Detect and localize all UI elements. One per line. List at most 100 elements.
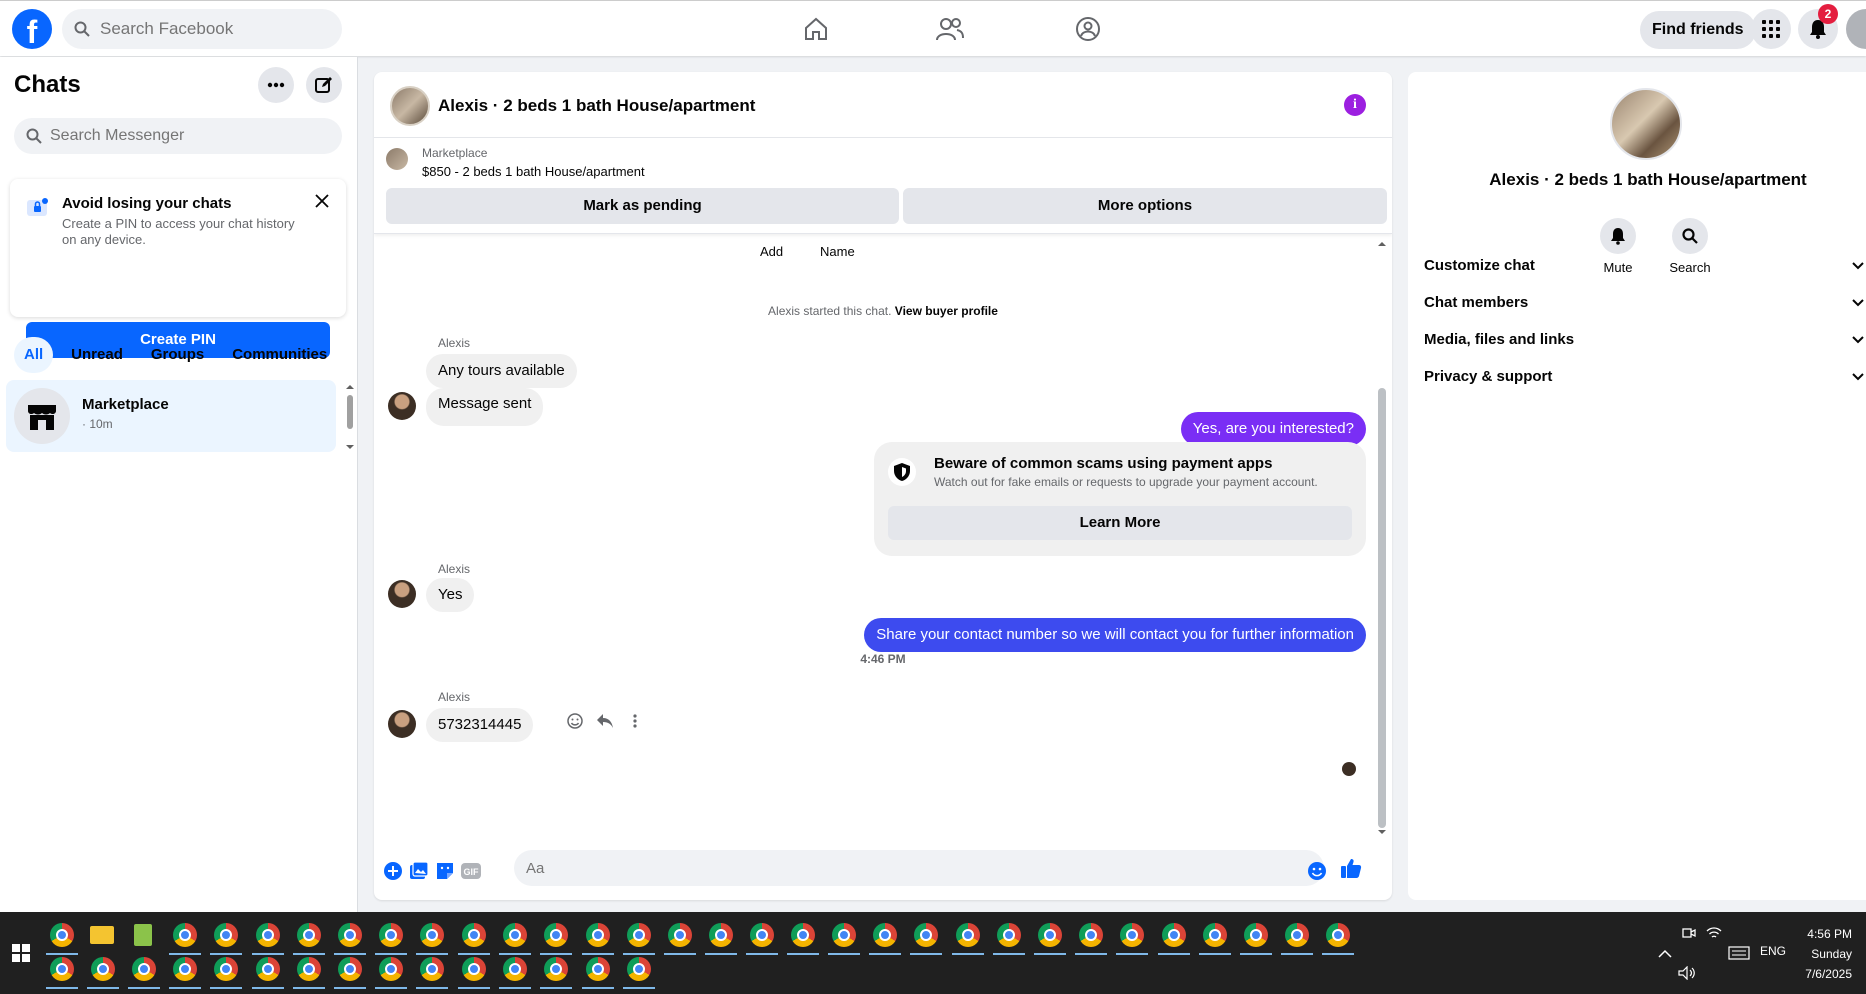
reply-icon[interactable]	[594, 710, 616, 732]
browser-app-icon[interactable]	[50, 923, 74, 947]
browser-app-icon[interactable]	[297, 957, 321, 981]
facebook-search[interactable]	[62, 9, 342, 49]
conversation-avatar[interactable]	[390, 86, 430, 126]
browser-app-icon[interactable]	[791, 923, 815, 947]
search-icon[interactable]	[1672, 218, 1708, 254]
thumbs-up-icon[interactable]	[1340, 857, 1362, 879]
browser-app-icon[interactable]	[668, 923, 692, 947]
section-privacy-support[interactable]: Privacy & support	[1424, 368, 1864, 385]
browser-app-icon[interactable]	[997, 923, 1021, 947]
sender-avatar[interactable]	[388, 392, 416, 420]
emoji-icon[interactable]	[1306, 860, 1328, 882]
gif-icon[interactable]: GIF	[460, 860, 482, 882]
browser-app-icon[interactable]	[1038, 923, 1062, 947]
friends-icon[interactable]	[934, 13, 966, 45]
find-friends-button[interactable]: Find friends	[1640, 11, 1756, 49]
browser-app-icon[interactable]	[91, 957, 115, 981]
messenger-search-input[interactable]	[50, 127, 310, 145]
chevron-up-icon[interactable]	[1658, 946, 1672, 964]
browser-app-icon[interactable]	[503, 957, 527, 981]
windows-start-icon[interactable]	[12, 944, 30, 962]
conversation-scrollbar[interactable]	[1376, 238, 1388, 838]
wifi-icon[interactable]	[1706, 926, 1722, 945]
add-action-label[interactable]: Add	[760, 244, 783, 259]
filter-communities[interactable]: Communities	[222, 337, 337, 373]
sidebar-scrollbar[interactable]	[344, 383, 356, 451]
browser-app-icon[interactable]	[173, 957, 197, 981]
browser-app-icon[interactable]	[462, 957, 486, 981]
outgoing-message[interactable]: Share your contact number so we will con…	[864, 618, 1366, 652]
language-indicator[interactable]: ENG	[1760, 944, 1786, 958]
browser-app-icon[interactable]	[379, 923, 403, 947]
new-message-icon[interactable]	[306, 67, 342, 103]
browser-app-icon[interactable]	[709, 923, 733, 947]
more-vertical-icon[interactable]	[624, 710, 646, 732]
message-input-field[interactable]	[514, 850, 1324, 886]
browser-app-icon[interactable]	[1120, 923, 1144, 947]
keyboard-icon[interactable]	[1728, 946, 1750, 965]
browser-app-icon[interactable]	[750, 923, 774, 947]
chat-item-marketplace[interactable]: Marketplace · 10m	[6, 380, 336, 452]
groups-icon[interactable]	[1072, 13, 1104, 45]
browser-app-icon[interactable]	[297, 923, 321, 947]
browser-app-icon[interactable]	[256, 957, 280, 981]
filter-groups[interactable]: Groups	[141, 337, 214, 373]
incoming-message[interactable]: Yes	[426, 578, 475, 612]
learn-more-button[interactable]: Learn More	[888, 506, 1352, 540]
conversation-title[interactable]: Alexis · 2 beds 1 bath House/apartment	[438, 96, 755, 116]
incoming-message[interactable]: Message sent	[426, 388, 544, 426]
browser-app-icon[interactable]	[214, 957, 238, 981]
browser-app-icon[interactable]	[338, 957, 362, 981]
browser-app-icon[interactable]	[544, 923, 568, 947]
section-customize-chat[interactable]: Customize chat	[1424, 257, 1864, 274]
browser-app-icon[interactable]	[173, 923, 197, 947]
browser-app-icon[interactable]	[1244, 923, 1268, 947]
close-icon[interactable]	[308, 187, 336, 215]
incoming-message[interactable]: Any tours available	[426, 354, 577, 388]
browser-app-icon[interactable]	[1285, 923, 1309, 947]
outgoing-message[interactable]: Yes, are you interested?	[1180, 412, 1366, 446]
browser-app-icon[interactable]	[338, 923, 362, 947]
browser-app-icon[interactable]	[1326, 923, 1350, 947]
profile-avatar[interactable]	[1846, 9, 1866, 49]
browser-app-icon[interactable]	[627, 957, 651, 981]
sticker-icon[interactable]	[434, 860, 456, 882]
meet-icon[interactable]	[1682, 926, 1696, 945]
browser-app-icon[interactable]	[1203, 923, 1227, 947]
browser-app-icon[interactable]	[956, 923, 980, 947]
browser-app-icon[interactable]	[462, 923, 486, 947]
section-media-files-links[interactable]: Media, files and links	[1424, 331, 1864, 348]
info-icon[interactable]: i	[1344, 94, 1366, 116]
browser-app-icon[interactable]	[420, 923, 444, 947]
notepad-icon[interactable]	[134, 924, 152, 946]
sender-avatar[interactable]	[388, 580, 416, 608]
browser-app-icon[interactable]	[256, 923, 280, 947]
browser-app-icon[interactable]	[586, 923, 610, 947]
volume-icon[interactable]	[1678, 965, 1696, 985]
incoming-message[interactable]: 5732314445	[426, 708, 534, 742]
photo-icon[interactable]	[408, 860, 430, 882]
browser-app-icon[interactable]	[914, 923, 938, 947]
browser-app-icon[interactable]	[544, 957, 568, 981]
browser-app-icon[interactable]	[379, 957, 403, 981]
filter-all[interactable]: All	[14, 337, 54, 373]
browser-app-icon[interactable]	[627, 923, 651, 947]
filter-unread[interactable]: Unread	[61, 337, 133, 373]
messenger-search[interactable]	[14, 118, 342, 154]
plus-circle-icon[interactable]	[382, 860, 404, 882]
message-input[interactable]	[526, 850, 1286, 886]
facebook-logo[interactable]: f	[12, 9, 52, 49]
browser-app-icon[interactable]	[503, 923, 527, 947]
browser-app-icon[interactable]	[1162, 923, 1186, 947]
browser-app-icon[interactable]	[50, 957, 74, 981]
mark-as-pending-button[interactable]: Mark as pending	[386, 188, 899, 224]
browser-app-icon[interactable]	[132, 957, 156, 981]
bell-icon[interactable]	[1600, 218, 1636, 254]
scrollbar-thumb[interactable]	[1378, 388, 1386, 828]
more-options-button[interactable]: More options	[903, 188, 1387, 224]
system-clock[interactable]: 4:56 PM Sunday 7/6/2025	[1805, 924, 1852, 984]
view-buyer-profile-link[interactable]: View buyer profile	[895, 304, 998, 318]
home-icon[interactable]	[800, 13, 832, 45]
listing-title[interactable]: $850 - 2 beds 1 bath House/apartment	[422, 164, 645, 179]
file-explorer-icon[interactable]	[90, 926, 114, 944]
